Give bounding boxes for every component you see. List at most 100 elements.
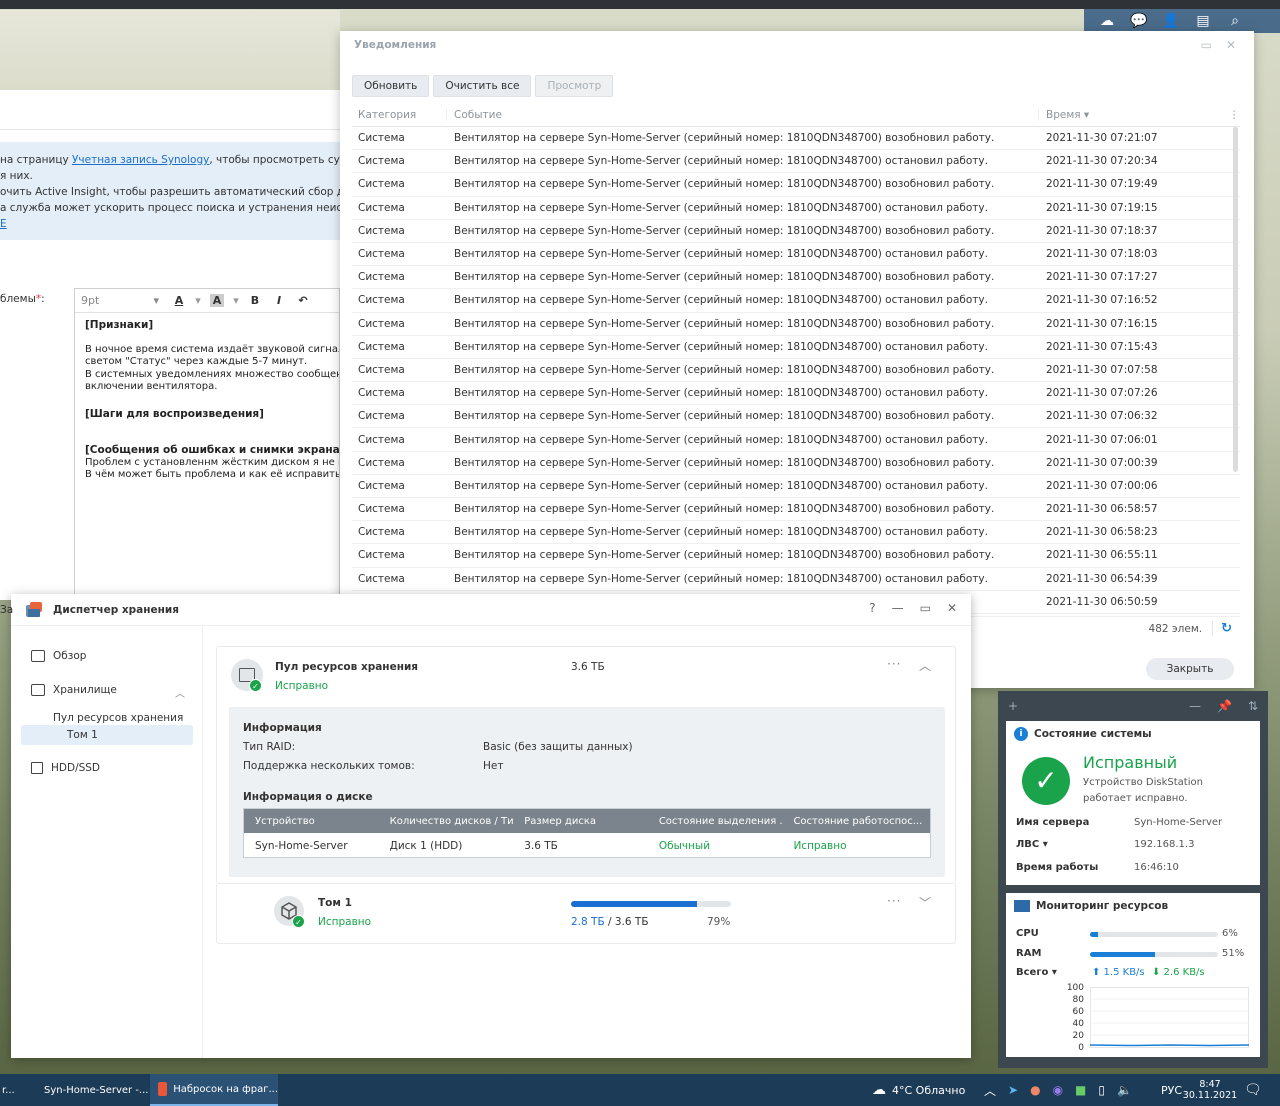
refresh-icon[interactable]: ↻ <box>1212 621 1240 636</box>
taskbar-item-chrome[interactable]: Syn-Home-Server -... <box>24 1074 148 1106</box>
volume-icon[interactable]: 🔈 <box>1117 1083 1132 1097</box>
maximize-icon[interactable]: ▭ <box>920 601 931 615</box>
cloud-sync-icon[interactable]: ☁ <box>1098 13 1116 29</box>
search-icon[interactable]: ⌕ <box>1226 13 1244 29</box>
table-row[interactable]: Система Вентилятор на сервере Syn-Home-Se… <box>352 382 1240 406</box>
chevron-up-icon[interactable]: ︿ <box>919 657 932 674</box>
taskbar: r... Syn-Home-Server -... Набросок на фр… <box>0 1074 1280 1106</box>
chevron-down-icon[interactable]: ﹀ <box>919 894 932 911</box>
help-icon[interactable]: ? <box>869 601 875 615</box>
notification-center-icon[interactable]: 🗨 <box>1244 1074 1262 1106</box>
bg-color-button[interactable]: A <box>210 294 224 307</box>
cell-time: 2021-11-30 07:18:03 <box>1046 248 1158 261</box>
pin-icon[interactable]: 📌 <box>1217 699 1232 713</box>
add-widget-icon[interactable]: + <box>1008 699 1018 713</box>
maximize-icon[interactable]: ▭ <box>1201 38 1212 52</box>
table-row[interactable]: Система Вентилятор на сервере Syn-Home-Se… <box>352 220 1240 243</box>
table-row[interactable]: Система Вентилятор на сервере Syn-Home-Se… <box>352 475 1240 498</box>
table-row[interactable]: Система Вентилятор на сервере Syn-Home-Se… <box>352 452 1240 475</box>
table-row[interactable]: Система Вентилятор на сервере Syn-Home-Se… <box>352 498 1240 522</box>
taskbar-item-stub[interactable]: r... <box>0 1074 15 1106</box>
side-label: За <box>0 604 14 616</box>
more-link[interactable]: E <box>0 218 7 230</box>
refresh-button[interactable]: Обновить <box>352 75 430 97</box>
app-icon[interactable]: ● <box>1030 1083 1040 1097</box>
table-row[interactable]: Система Вентилятор на сервере Syn-Home-Se… <box>352 289 1240 313</box>
network-select[interactable]: Всего ▾ <box>1016 967 1057 978</box>
close-button[interactable]: Закрыть <box>1146 658 1234 680</box>
clock[interactable]: 8:47 30.11.2021 <box>1183 1074 1237 1106</box>
user-icon[interactable]: 👤 <box>1162 13 1180 29</box>
lan-select[interactable]: ЛВС ▾ <box>1016 839 1048 850</box>
table-row[interactable]: Система Вентилятор на сервере Syn-Home-Se… <box>352 568 1240 591</box>
table-row[interactable]: Syn-Home-Server Диск 1 (HDD) 3.6 ТБ Обыч… <box>244 833 930 858</box>
font-size-select[interactable]: 9pt ▾ <box>75 294 167 307</box>
info-banner: на страницу Учетная запись Synology, что… <box>0 142 340 240</box>
table-row[interactable]: Система Вентилятор на сервере Syn-Home-Se… <box>352 243 1240 267</box>
viber-icon[interactable]: ◉ <box>1053 1083 1063 1097</box>
cell-category: Система <box>358 433 405 446</box>
font-color-button[interactable]: A <box>167 294 191 307</box>
table-row[interactable]: Система Вентилятор на сервере Syn-Home-Se… <box>352 150 1240 174</box>
close-icon[interactable]: ✕ <box>1226 38 1236 52</box>
cell-event: Вентилятор на сервере Syn-Home-Server (с… <box>454 503 995 516</box>
cell-category: Система <box>358 387 405 400</box>
table-row[interactable]: Система Вентилятор на сервере Syn-Home-Se… <box>352 405 1240 429</box>
language[interactable]: РУС <box>1161 1074 1182 1106</box>
editor-body[interactable]: [Признаки] В ночное время система издаёт… <box>75 313 339 482</box>
problem-editor[interactable]: 9pt ▾ A ▾ A ▾ B I ↶ [Признаки] В ночное в… <box>74 288 340 600</box>
disk-table: Устройство Количество дисков / Тип Разме… <box>243 808 931 858</box>
sidebar-item-hdd[interactable]: HDD/SSD <box>31 762 100 774</box>
sidebar-item-overview[interactable]: Обзор <box>31 650 86 662</box>
column-event[interactable]: Событие <box>447 109 1039 121</box>
sidebar-item-volume[interactable]: Том 1 <box>21 725 193 745</box>
cell-category: Система <box>358 224 405 237</box>
volume-title: Том 1 <box>318 897 352 909</box>
more-icon[interactable]: ··· <box>887 657 901 671</box>
telegram-icon[interactable]: ➤ <box>1008 1083 1018 1097</box>
table-row[interactable]: Система Вентилятор на сервере Syn-Home-Se… <box>352 173 1240 197</box>
table-row[interactable]: Система Вентилятор на сервере Syn-Home-Se… <box>352 197 1240 220</box>
cell-time: 2021-11-30 07:16:52 <box>1046 294 1158 307</box>
chevron-up-icon[interactable]: ︿ <box>175 685 185 700</box>
cell-category: Система <box>358 178 405 191</box>
problem-label: блемы*: <box>0 293 45 305</box>
view-button[interactable]: Просмотр <box>535 75 614 97</box>
undo-icon[interactable]: ↶ <box>291 294 315 307</box>
clear-all-button[interactable]: Очистить все <box>433 75 532 97</box>
table-row[interactable]: Система Вентилятор на сервере Syn-Home-Se… <box>352 127 1240 151</box>
column-menu-icon[interactable]: ⋮ <box>1229 109 1240 121</box>
table-row[interactable]: Система Вентилятор на сервере Syn-Home-Se… <box>352 359 1240 383</box>
weather[interactable]: ☁ 4°C Облачно <box>872 1074 965 1106</box>
check-app-icon[interactable]: ■ <box>1075 1083 1086 1097</box>
battery-icon[interactable]: ▯ <box>1098 1083 1105 1097</box>
chat-icon[interactable]: 💬 <box>1130 13 1148 29</box>
minimize-icon[interactable]: — <box>892 601 904 615</box>
table-row[interactable]: Система Вентилятор на сервере Syn-Home-Se… <box>352 266 1240 290</box>
column-time[interactable]: Время ▾ <box>1039 109 1229 121</box>
close-icon[interactable]: ✕ <box>947 601 957 615</box>
sidebar-item-pool[interactable]: Пул ресурсов хранения <box>53 712 183 724</box>
table-scrollbar[interactable] <box>1233 127 1238 472</box>
chevron-up-icon[interactable]: ︿ <box>984 1082 996 1099</box>
bold-button[interactable]: B <box>243 294 267 307</box>
table-row[interactable]: Система Вентилятор на сервере Syn-Home-Se… <box>352 313 1240 336</box>
widgets-icon[interactable]: ▤ <box>1194 13 1212 29</box>
table-row[interactable]: Система Вентилятор на сервере Syn-Home-Se… <box>352 521 1240 545</box>
more-icon[interactable]: ··· <box>887 894 901 908</box>
cell-time: 2021-11-30 06:58:57 <box>1046 503 1158 516</box>
sidebar-item-storage[interactable]: Хранилище <box>31 684 117 696</box>
synology-account-link[interactable]: Учетная запись Synology <box>72 154 209 166</box>
widget-menu-icon[interactable]: ⇅ <box>1248 699 1258 713</box>
taskbar-item-snip[interactable]: Набросок на фраг... <box>150 1074 278 1106</box>
column-category[interactable]: Категория <box>352 109 447 121</box>
cell-time: 2021-11-30 07:06:32 <box>1046 410 1158 423</box>
italic-button[interactable]: I <box>267 294 291 307</box>
cell-event: Вентилятор на сервере Syn-Home-Server (с… <box>454 456 995 469</box>
table-row[interactable]: Система Вентилятор на сервере Syn-Home-Se… <box>352 336 1240 359</box>
table-row[interactable]: Система Вентилятор на сервере Syn-Home-Se… <box>352 428 1240 452</box>
minimize-icon[interactable]: — <box>1189 699 1201 713</box>
cell-time: 2021-11-30 07:20:34 <box>1046 155 1158 168</box>
health-status: Исправный <box>1083 753 1178 772</box>
table-row[interactable]: Система Вентилятор на сервере Syn-Home-Se… <box>352 544 1240 568</box>
